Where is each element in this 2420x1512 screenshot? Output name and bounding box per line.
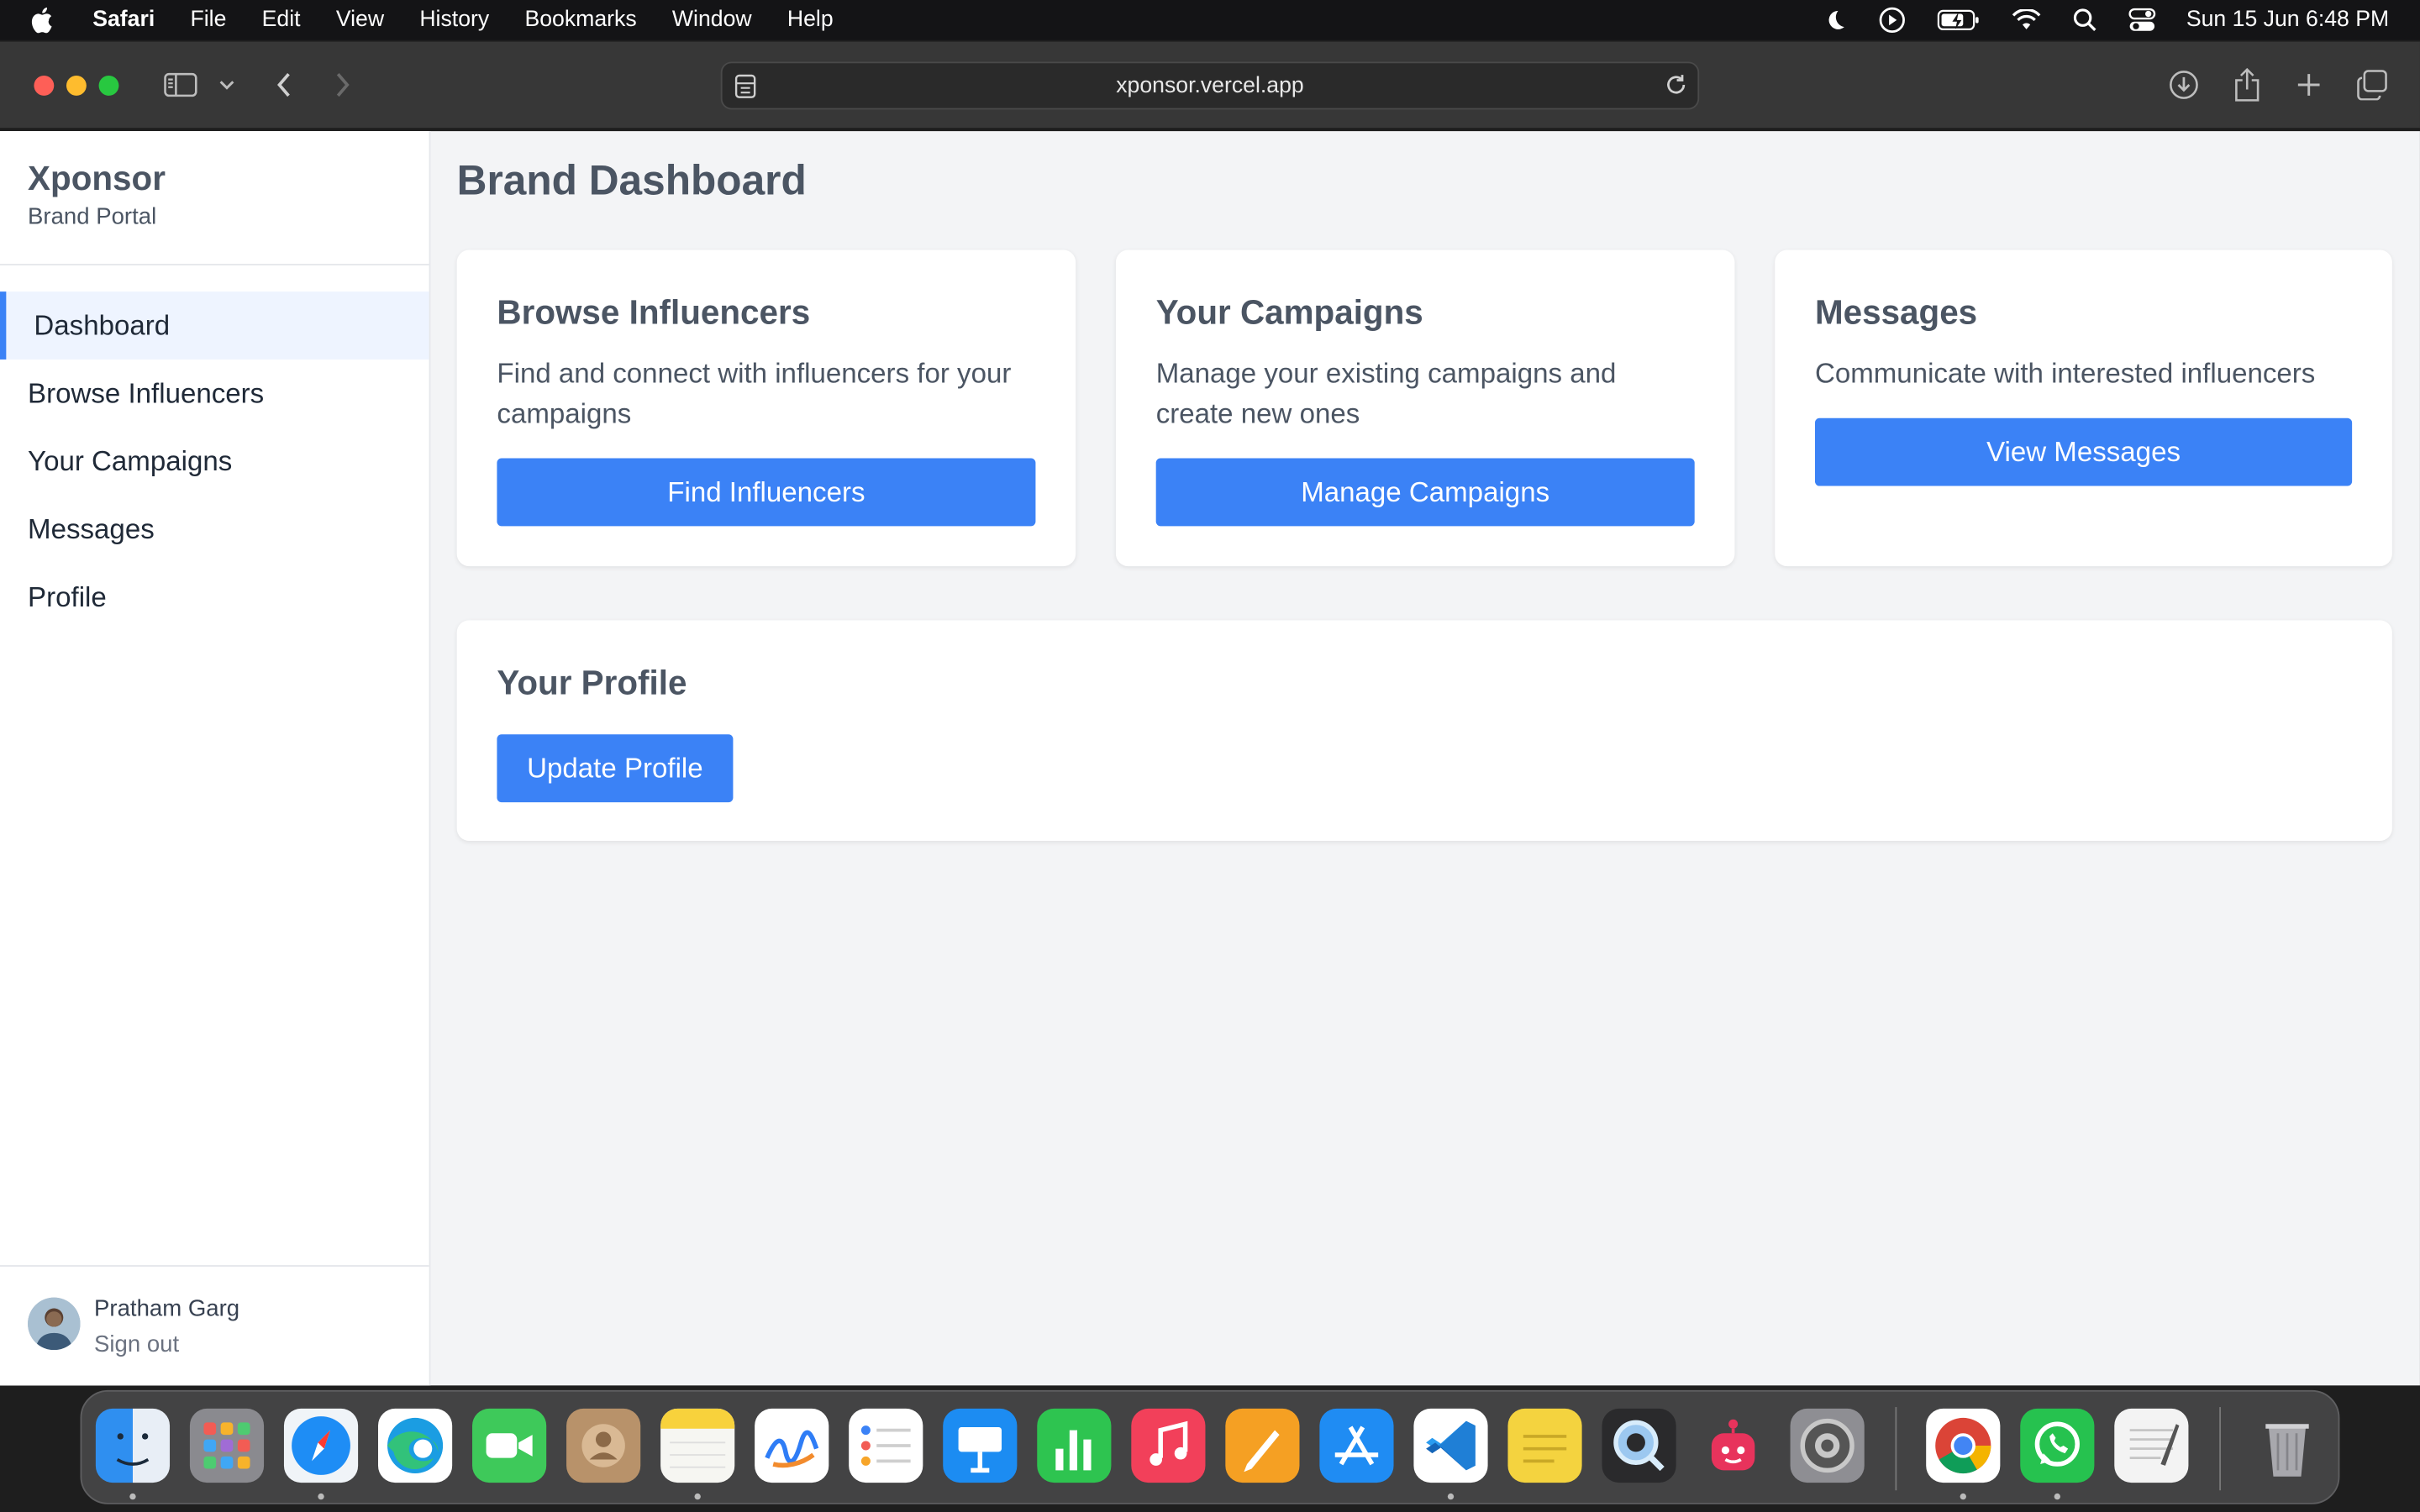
back-icon[interactable] — [271, 66, 296, 103]
robot-app-icon[interactable] — [1697, 1409, 1770, 1483]
quicktime-icon[interactable] — [1602, 1408, 1676, 1483]
pages-icon[interactable] — [1225, 1408, 1300, 1483]
user-name: Pratham Garg — [94, 1295, 240, 1323]
minimize-window-button[interactable] — [66, 75, 87, 96]
running-indicator — [2054, 1493, 2060, 1500]
page-title: Brand Dashboard — [456, 157, 807, 204]
running-indicator — [318, 1493, 324, 1500]
finder-icon[interactable] — [95, 1408, 171, 1483]
brand-name: Xponsor — [28, 159, 166, 198]
menu-file[interactable]: File — [190, 8, 226, 32]
reload-icon[interactable] — [1664, 72, 1688, 103]
launchpad-icon[interactable] — [189, 1408, 265, 1483]
sign-out-link[interactable]: Sign out — [94, 1331, 179, 1357]
wifi-icon[interactable] — [2010, 9, 2041, 31]
sidebar-item-messages[interactable]: Messages — [0, 496, 429, 564]
dock-separator — [2219, 1407, 2222, 1491]
safari-icon[interactable] — [283, 1408, 359, 1483]
sidebar-nav: Dashboard Browse Influencers Your Campai… — [0, 291, 429, 631]
freeform-icon[interactable] — [755, 1408, 829, 1483]
page-content: Xponsor Brand Portal Dashboard Browse In… — [0, 131, 2420, 1386]
dock — [80, 1389, 2340, 1504]
find-influencers-button[interactable]: Find Influencers — [497, 458, 1036, 527]
contacts-icon[interactable] — [566, 1408, 641, 1483]
running-indicator — [1960, 1493, 1966, 1500]
running-indicator — [694, 1493, 701, 1500]
brand-block: Xponsor Brand Portal — [0, 131, 429, 265]
notes-icon[interactable] — [660, 1408, 735, 1483]
music-icon[interactable] — [1131, 1408, 1206, 1483]
menu-window[interactable]: Window — [672, 8, 752, 32]
facetime-icon[interactable] — [472, 1408, 547, 1483]
fullscreen-window-button[interactable] — [98, 75, 119, 96]
trash-icon[interactable] — [2250, 1409, 2324, 1483]
menu-edit[interactable]: Edit — [262, 8, 301, 32]
system-settings-icon[interactable] — [1790, 1408, 1865, 1483]
card-description: Communicate with interested influencers — [1814, 358, 2316, 389]
apple-icon[interactable] — [31, 6, 59, 34]
menu-bar: Safari File Edit View History Bookmarks … — [0, 0, 2420, 40]
forward-icon[interactable] — [330, 66, 355, 103]
sidebar-item-your-campaigns[interactable]: Your Campaigns — [0, 428, 429, 496]
browse-influencers-card: Browse Influencers Find and connect with… — [456, 249, 1076, 567]
sidebar-item-profile[interactable]: Profile — [0, 563, 429, 631]
battery-icon[interactable] — [1936, 9, 1979, 31]
whatsapp-icon[interactable] — [2020, 1408, 2095, 1483]
avatar[interactable] — [28, 1297, 81, 1351]
update-profile-button[interactable]: Update Profile — [497, 734, 734, 803]
moon-icon[interactable] — [1822, 8, 1846, 32]
sidebar-item-browse-influencers[interactable]: Browse Influencers — [0, 360, 429, 428]
menu-bookmarks[interactable]: Bookmarks — [524, 8, 636, 32]
menubar-clock[interactable]: Sun 15 Jun 6:48 PM — [2186, 8, 2389, 32]
edge-icon[interactable] — [377, 1408, 453, 1483]
new-tab-icon[interactable] — [2293, 66, 2324, 103]
card-title: Your Profile — [497, 663, 687, 702]
close-window-button[interactable] — [34, 75, 55, 96]
browser-toolbar: xponsor.vercel.app — [0, 41, 2420, 130]
reminders-icon[interactable] — [849, 1408, 923, 1483]
sidebar: Xponsor Brand Portal Dashboard Browse In… — [0, 131, 431, 1386]
card-description: Find and connect with influencers for yo… — [497, 358, 1012, 429]
numbers-icon[interactable] — [1037, 1408, 1112, 1483]
search-icon[interactable] — [2072, 8, 2096, 32]
play-icon[interactable] — [1878, 6, 1906, 34]
card-title: Browse Influencers — [497, 292, 811, 332]
view-messages-button[interactable]: View Messages — [1814, 417, 2353, 486]
user-panel: Pratham Garg Sign out — [0, 1265, 429, 1386]
brand-subtitle: Brand Portal — [28, 203, 157, 230]
your-campaigns-card: Your Campaigns Manage your existing camp… — [1115, 249, 1735, 567]
address-bar[interactable]: xponsor.vercel.app — [720, 61, 1700, 110]
your-profile-card: Your Profile Update Profile — [456, 620, 2392, 842]
card-description: Manage your existing campaigns and creat… — [1155, 358, 1617, 429]
sidebar-item-dashboard[interactable]: Dashboard — [0, 291, 429, 360]
stickies-icon[interactable] — [1507, 1408, 1582, 1483]
chevron-down-icon[interactable] — [218, 66, 236, 103]
running-indicator — [1447, 1493, 1455, 1500]
sidebar-toggle-icon[interactable] — [164, 66, 197, 103]
menu-help[interactable]: Help — [787, 8, 834, 32]
vscode-icon[interactable] — [1413, 1408, 1488, 1483]
downloads-icon[interactable] — [2167, 66, 2201, 103]
tab-overview-icon[interactable] — [2355, 66, 2389, 103]
menu-app-name[interactable]: Safari — [92, 8, 155, 32]
menu-view[interactable]: View — [336, 8, 384, 32]
card-title: Messages — [1814, 292, 1978, 332]
app-store-icon[interactable] — [1319, 1408, 1394, 1483]
address-text[interactable]: xponsor.vercel.app — [1116, 73, 1304, 97]
card-title: Your Campaigns — [1155, 292, 1423, 332]
running-indicator — [129, 1493, 136, 1500]
chrome-icon[interactable] — [1926, 1408, 2001, 1483]
keynote-icon[interactable] — [943, 1408, 1018, 1483]
dock-separator — [1895, 1407, 1897, 1491]
messages-card: Messages Communicate with interested inf… — [1775, 249, 2392, 567]
control-center-icon[interactable] — [2128, 8, 2155, 32]
manage-campaigns-button[interactable]: Manage Campaigns — [1155, 458, 1695, 527]
textedit-icon[interactable] — [2114, 1408, 2189, 1483]
menu-history[interactable]: History — [419, 8, 489, 32]
page-settings-icon[interactable] — [734, 74, 756, 105]
share-icon[interactable] — [2232, 66, 2263, 103]
